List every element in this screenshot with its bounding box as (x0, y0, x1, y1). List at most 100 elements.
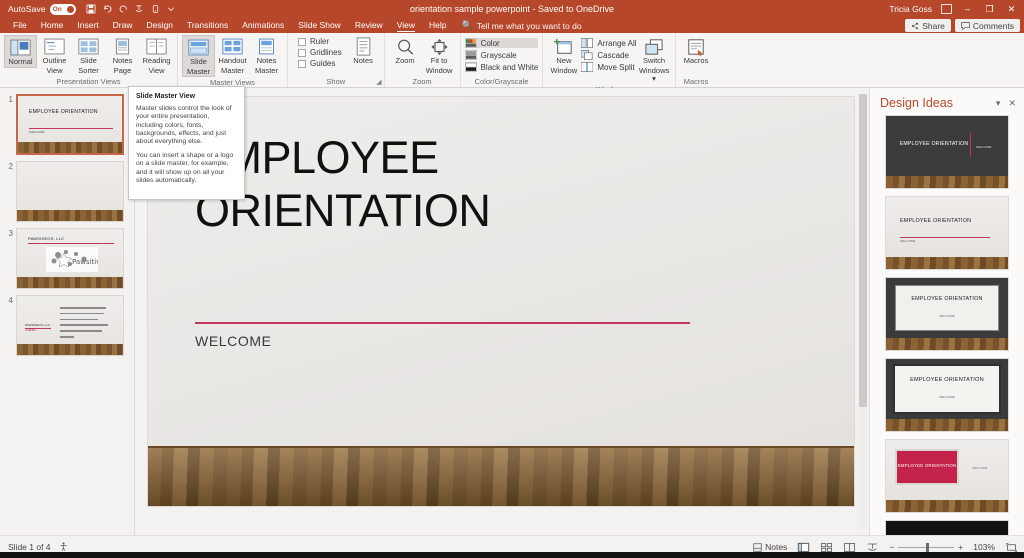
switch-windows-button[interactable]: Switch Windows ▾ (638, 35, 671, 84)
scrollbar-thumb[interactable] (859, 94, 867, 407)
share-button[interactable]: Share (905, 19, 951, 32)
tab-animations[interactable]: Animations (235, 18, 291, 33)
customize-qat-icon[interactable] (166, 4, 177, 15)
slide-subtitle-placeholder[interactable]: WELCOME (195, 333, 272, 349)
outline-view-button[interactable]: Outline View (38, 35, 71, 75)
canvas-vertical-scrollbar[interactable] (859, 94, 867, 529)
current-slide[interactable]: EMPLOYEE ORIENTATION WELCOME (148, 97, 854, 506)
tab-file[interactable]: File (6, 18, 34, 33)
gridlines-checkbox[interactable]: Gridlines (298, 48, 342, 57)
slide-title-placeholder[interactable]: EMPLOYEE ORIENTATION (195, 131, 815, 237)
normal-view-button[interactable]: Normal (4, 35, 37, 68)
design-idea-card-2[interactable]: EMPLOYEE ORIENTATION WELCOME (886, 197, 1008, 269)
notes-page-label-2: Page (114, 67, 132, 76)
reading-view-status-button[interactable] (843, 542, 856, 553)
ribbon-group-show: Ruler Gridlines Guides Notes (287, 33, 384, 87)
zoom-out-button[interactable]: − (889, 542, 894, 552)
title-bar-right: Tricia Goss – ❐ ✕ (889, 4, 1024, 15)
touch-mode-icon[interactable] (150, 4, 161, 15)
tab-home[interactable]: Home (34, 18, 71, 33)
color-mode-black-and-white[interactable]: Black and White (465, 62, 539, 72)
undo-icon[interactable] (102, 4, 113, 15)
save-icon[interactable] (86, 4, 97, 15)
close-button[interactable]: ✕ (1005, 4, 1018, 15)
zoom-knob[interactable] (926, 543, 929, 552)
zoom-track[interactable] (898, 547, 954, 548)
autosave-control[interactable]: AutoSave On (8, 4, 76, 15)
start-slideshow-icon[interactable] (134, 4, 145, 15)
tab-slide-show[interactable]: Slide Show (291, 18, 348, 33)
tell-me-search[interactable]: 🔍 Tell me what you want to do (461, 20, 581, 31)
slide-title-line-2: ORIENTATION (195, 184, 815, 237)
slideshow-status-button[interactable] (866, 542, 879, 553)
slide-number: 2 (4, 161, 16, 171)
design-idea-card-1[interactable]: EMPLOYEE ORIENTATION WELCOME (886, 116, 1008, 188)
cascade-button[interactable]: Cascade (581, 50, 636, 60)
thumb-rule (29, 128, 113, 129)
guides-checkbox[interactable]: Guides (298, 59, 342, 68)
thumbnail-row: 4 PAWSIDEOS, LLC AGENDA (0, 289, 134, 356)
design-idea-card-6[interactable] (886, 521, 1008, 535)
comments-button[interactable]: Comments (955, 19, 1020, 32)
normal-view-status-button[interactable] (797, 542, 810, 553)
new-window-button[interactable]: New Window (547, 35, 580, 75)
reading-view-button[interactable]: Reading View (140, 35, 173, 75)
color-mode-color[interactable]: Color (465, 38, 539, 48)
tab-design[interactable]: Design (140, 18, 180, 33)
notes-pane-icon (753, 543, 762, 552)
zoom-level-label[interactable]: 103% (973, 542, 995, 552)
color-mode-grayscale[interactable]: Grayscale (465, 50, 539, 60)
design-idea-card-4[interactable]: EMPLOYEE ORIENTATION WELCOME (886, 359, 1008, 431)
tab-review[interactable]: Review (348, 18, 390, 33)
macros-button[interactable]: Macros (680, 35, 713, 66)
zoom-in-button[interactable]: + (958, 542, 963, 552)
slide-thumbnail-1[interactable]: EMPLOYEE ORIENTATION WELCOME (16, 94, 124, 155)
close-icon[interactable]: ✕ (1008, 98, 1016, 109)
zoom-button[interactable]: Zoom (389, 35, 422, 66)
notes-master-button[interactable]: Notes Master (250, 35, 283, 75)
handout-master-icon (222, 37, 244, 56)
notes-toggle-button[interactable]: Notes (753, 542, 787, 552)
fit-slide-to-window-button[interactable] (1005, 542, 1018, 553)
chevron-down-icon[interactable]: ▾ (996, 98, 1001, 109)
slide-canvas-pane[interactable]: EMPLOYEE ORIENTATION WELCOME (135, 88, 869, 535)
show-dialog-launcher[interactable]: ◢ (376, 78, 381, 86)
slide-thumbnail-2[interactable] (16, 161, 124, 222)
user-account-name[interactable]: Tricia Goss (889, 4, 932, 14)
autosave-toggle[interactable]: On (50, 4, 76, 15)
tab-draw[interactable]: Draw (106, 18, 140, 33)
slide-sorter-status-button[interactable] (820, 542, 833, 553)
arrange-all-button[interactable]: Arrange All (581, 38, 636, 48)
move-split-button[interactable]: Move Split (581, 62, 636, 72)
minimize-button[interactable]: – (961, 4, 974, 14)
slide-accent-rule (195, 322, 690, 324)
group-title-show: Show (292, 76, 380, 87)
ribbon-group-macros: Macros Macros (675, 33, 717, 87)
slide-counter[interactable]: Slide 1 of 4 (8, 542, 51, 552)
notes-toggle-label: Notes (765, 542, 787, 552)
slide-thumbnail-3[interactable]: PAWSIDEOS, LLC Pawsitively (16, 228, 124, 289)
redo-icon[interactable] (118, 4, 129, 15)
notes-button[interactable]: Notes (347, 35, 380, 66)
restore-button[interactable]: ❐ (983, 4, 996, 15)
card-accent-rule (970, 133, 971, 157)
fit-to-window-button[interactable]: Fit to Window (423, 35, 456, 75)
slide-thumbnail-pane[interactable]: 1 EMPLOYEE ORIENTATION WELCOME 2 3 (0, 88, 135, 535)
search-icon: 🔍 (461, 20, 472, 31)
handout-master-button[interactable]: Handout Master (216, 35, 249, 75)
group-title-color-grayscale: Color/Grayscale (465, 76, 539, 87)
ruler-checkbox[interactable]: Ruler (298, 37, 342, 46)
slide-sorter-button[interactable]: Slide Sorter (72, 35, 105, 75)
ribbon-display-options-icon[interactable] (941, 4, 952, 14)
slide-thumbnail-4[interactable]: PAWSIDEOS, LLC AGENDA (16, 295, 124, 356)
tab-insert[interactable]: Insert (70, 18, 105, 33)
design-idea-card-3[interactable]: EMPLOYEE ORIENTATION WELCOME (886, 278, 1008, 350)
tab-view[interactable]: View (390, 18, 422, 33)
zoom-slider[interactable]: − + (889, 542, 963, 552)
tab-transitions[interactable]: Transitions (180, 18, 235, 33)
notes-page-button[interactable]: Notes Page (106, 35, 139, 75)
design-idea-card-5[interactable]: EMPLOYEE ORIENTATION WELCOME (886, 440, 1008, 512)
slide-master-button[interactable]: Slide Master (182, 35, 215, 77)
accessibility-icon[interactable] (59, 542, 68, 553)
tab-help[interactable]: Help (422, 18, 453, 33)
